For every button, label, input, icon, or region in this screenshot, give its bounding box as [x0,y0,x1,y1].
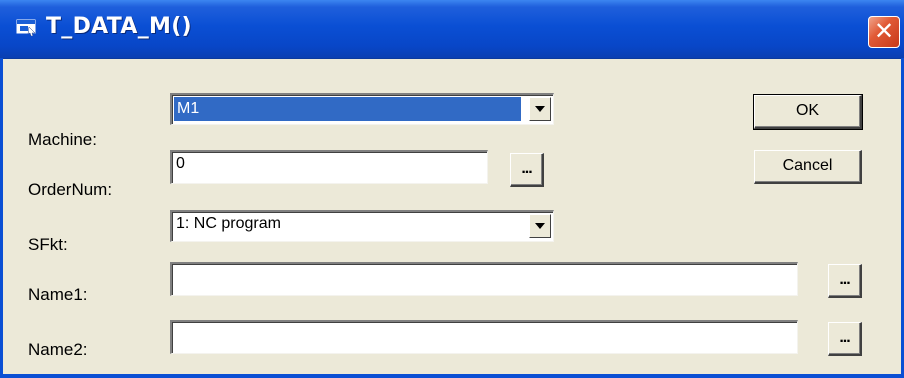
sfkt-value: 1: NC program [176,215,281,232]
cancel-button[interactable]: Cancel [754,150,862,184]
ordernum-input[interactable]: 0 [170,150,488,184]
machine-value: M1 [174,97,521,121]
machine-label: Machine: [28,130,97,149]
sfkt-select[interactable]: 1: NC program [170,210,554,242]
ordernum-browse-button[interactable]: ... [510,153,544,187]
name2-browse-button[interactable]: ... [828,322,862,356]
ok-button[interactable]: OK [753,94,863,130]
dialog-window: T_DATA_M() ✕ Machine: M1 OrderNum: 0 ...… [0,0,904,378]
sfkt-label: SFkt: [28,235,68,254]
window-border-bottom [0,374,904,378]
sfkt-dropdown-button[interactable] [529,214,551,238]
window-icon [16,19,36,36]
name1-browse-button[interactable]: ... [828,264,862,298]
window-border-left [0,58,3,378]
window-title: T_DATA_M() [46,14,192,39]
close-icon: ✕ [873,17,895,45]
ordernum-label: OrderNum: [28,180,113,199]
machine-dropdown-button[interactable] [529,97,551,121]
name2-input[interactable] [170,320,798,354]
title-bar[interactable]: T_DATA_M() ✕ [0,0,904,59]
close-button[interactable]: ✕ [868,16,900,48]
chevron-down-icon [535,106,545,112]
machine-select[interactable]: M1 [170,93,554,125]
ordernum-value: 0 [176,155,185,172]
name1-label: Name1: [28,285,88,304]
name1-input[interactable] [170,262,798,296]
chevron-down-icon [535,223,545,229]
name2-label: Name2: [28,340,88,359]
